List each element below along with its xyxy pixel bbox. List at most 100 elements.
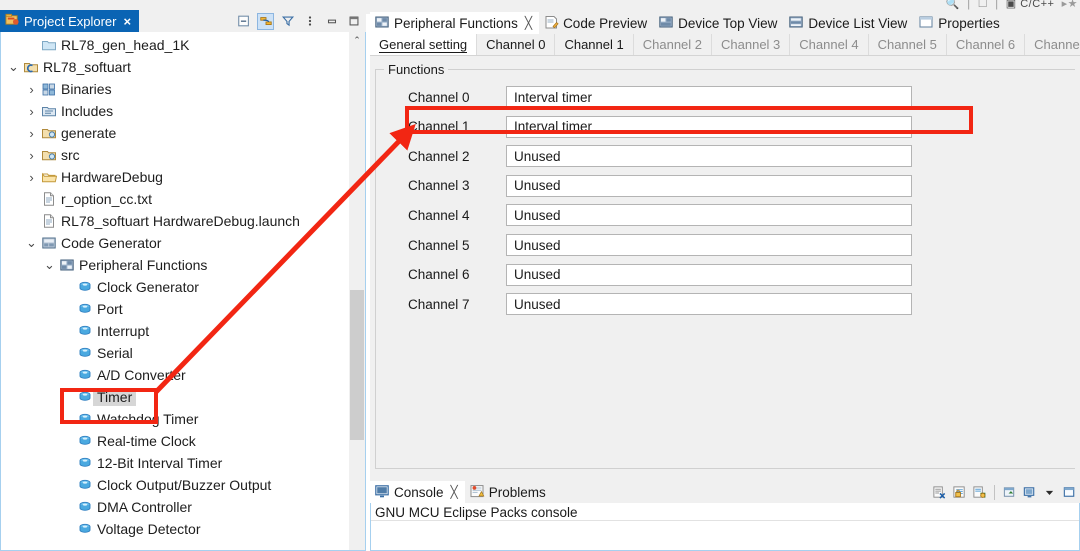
twisty-collapsed-icon[interactable]: › (23, 104, 40, 119)
tree-item-label: Serial (97, 345, 133, 361)
editor-tab-label: Code Preview (563, 15, 648, 31)
editor-tab-device-top-view[interactable]: Device Top View (654, 12, 784, 34)
editor-tab-peripheral-functions[interactable]: Peripheral Functions ╳ (370, 12, 540, 34)
peripheral-node-icon (76, 411, 94, 427)
scrollbar-thumb[interactable] (350, 290, 364, 440)
tree-item-port[interactable]: Port (1, 298, 349, 320)
tree-item-label: RL78_softuart HardwareDebug.launch (61, 213, 300, 229)
tree-item-peripheral-functions[interactable]: ⌄ Peripheral Functions (1, 254, 349, 276)
channel-tabbar: General setting Channel 0 Channel 1 Channel… (370, 34, 1080, 56)
collapse-all-icon[interactable] (235, 13, 252, 30)
tree-item-clock-generator[interactable]: Clock Generator (1, 276, 349, 298)
filter-icon[interactable] (279, 13, 296, 30)
perspective-cpp[interactable]: ▣ C/C++ (1006, 0, 1058, 10)
includes-icon (40, 103, 58, 119)
show-console-icon[interactable] (971, 484, 988, 501)
twisty-expanded-icon[interactable]: ⌄ (5, 59, 22, 75)
channel-function-select-6[interactable]: Unused (506, 263, 912, 286)
tab-label: Channel 1 (564, 37, 624, 52)
tree-item-serial[interactable]: Serial (1, 342, 349, 364)
tree-item-voltage-detector[interactable]: Voltage Detector (1, 518, 349, 540)
channel-function-select-1[interactable]: Interval timer (506, 115, 912, 138)
channel-row-3: Channel 3 Unused (376, 174, 912, 197)
tab-project-explorer[interactable]: Project Explorer × (0, 10, 140, 32)
display-console-icon[interactable] (1021, 484, 1038, 501)
channel-function-select-4[interactable]: Unused (506, 204, 912, 227)
tree-item-real-time-clock[interactable]: Real-time Clock (1, 430, 349, 452)
channel-function-value: Unused (514, 267, 561, 283)
chevron-down-icon[interactable] (1041, 484, 1058, 501)
channel-function-value: Interval timer (514, 89, 593, 105)
tree-item-binaries[interactable]: › Binaries (1, 78, 349, 100)
tree-item-rl78-softuart-hardwaredebug-launch[interactable]: RL78_softuart HardwareDebug.launch (1, 210, 349, 232)
editor-tab-properties[interactable]: Properties (914, 12, 1007, 34)
project-tree[interactable]: RL78_gen_head_1K ⌄ RL78_softuart › Binaries ›… (1, 32, 349, 540)
twisty-collapsed-icon[interactable]: › (23, 82, 40, 97)
folder-icon (40, 37, 58, 53)
tree-item-dma-controller[interactable]: DMA Controller (1, 496, 349, 518)
tab-general-setting[interactable]: General setting (370, 34, 478, 55)
tab-label: Channel 2 (642, 37, 703, 52)
console-body[interactable]: GNU MCU Eclipse Packs console (370, 503, 1080, 551)
console-tab-console[interactable]: Console ╳ (370, 481, 465, 503)
open-perspective-icon[interactable]: ☐ (978, 0, 988, 10)
tree-item-clock-output-buzzer-output[interactable]: Clock Output/Buzzer Output (1, 474, 349, 496)
tab-channel-0[interactable]: Channel 0 (477, 34, 556, 55)
twisty-collapsed-icon[interactable]: › (23, 148, 40, 163)
clear-console-icon[interactable] (931, 484, 948, 501)
tree-item-watchdog-timer[interactable]: Watchdog Timer (1, 408, 349, 430)
tab-channel-1[interactable]: Channel 1 (555, 34, 634, 55)
twisty-collapsed-icon[interactable]: › (23, 170, 40, 185)
console-tab-problems[interactable]: Problems (465, 481, 553, 503)
close-icon[interactable]: × (123, 15, 131, 28)
tree-item-includes[interactable]: › Includes (1, 100, 349, 122)
tab-channel-2[interactable]: Channel 2 (634, 34, 713, 55)
tree-scrollbar[interactable]: ⌃ (349, 32, 365, 550)
maximize-icon[interactable] (345, 13, 362, 30)
channel-function-select-3[interactable]: Unused (506, 174, 912, 197)
tree-item-timer[interactable]: Timer (1, 386, 349, 408)
search-icon[interactable]: 🔍 (946, 0, 960, 10)
tab-channel-5[interactable]: Channel 5 (869, 34, 947, 55)
group-title: Functions (384, 62, 449, 77)
channel-label: Channel 3 (408, 178, 470, 194)
tab-channel-3[interactable]: Channel 3 (712, 34, 791, 55)
channel-function-select-2[interactable]: Unused (506, 145, 912, 168)
perspective-switcher[interactable]: 🔍 | ☐ | ▣ C/C++ ▸★ (946, 0, 1078, 10)
scroll-up-icon[interactable]: ⌃ (349, 32, 365, 49)
lock-scroll-icon[interactable] (951, 484, 968, 501)
tab-channel-4[interactable]: Channel 4 (790, 34, 869, 55)
pin-console-icon[interactable] (1001, 484, 1018, 501)
tree-item-code-generator[interactable]: ⌄ Code Generator (1, 232, 349, 254)
editor-tab-code-preview[interactable]: Code Preview (539, 12, 654, 34)
minimize-icon[interactable] (323, 13, 340, 30)
tree-item-rl78-gen-head-1k[interactable]: RL78_gen_head_1K (1, 34, 349, 56)
channel-function-select-7[interactable]: Unused (506, 293, 912, 316)
tab-channel-6[interactable]: Channel 6 (947, 34, 1026, 55)
tab-channel-7[interactable]: Channel 7 (1025, 34, 1080, 55)
editor-tab-device-list-view[interactable]: Device List View (784, 12, 914, 34)
channel-function-select-0[interactable]: Interval timer (506, 86, 912, 108)
close-icon[interactable]: ╳ (525, 16, 532, 30)
tree-item-rl78-softuart[interactable]: ⌄ RL78_softuart (1, 56, 349, 78)
debug-perspective-icon[interactable]: ▸★ (1058, 0, 1078, 10)
new-console-icon[interactable] (1061, 484, 1078, 501)
twisty-expanded-icon[interactable]: ⌄ (41, 257, 58, 273)
link-with-editor-icon[interactable] (257, 12, 274, 30)
channel-label: Channel 6 (408, 267, 470, 283)
view-menu-icon[interactable] (301, 13, 318, 30)
tree-item-a-d-converter[interactable]: A/D Converter (1, 364, 349, 386)
tree-item-hardwaredebug[interactable]: › HardwareDebug (1, 166, 349, 188)
tree-item-interrupt[interactable]: Interrupt (1, 320, 349, 342)
peripheral-node-icon (76, 521, 94, 537)
twisty-expanded-icon[interactable]: ⌄ (23, 235, 40, 251)
tree-item-generate[interactable]: › generate (1, 122, 349, 144)
twisty-collapsed-icon[interactable]: › (23, 126, 40, 141)
channel-function-select-5[interactable]: Unused (506, 234, 912, 256)
peripheral-functions-icon (374, 14, 390, 33)
tree-item-r-option-cc-txt[interactable]: r_option_cc.txt (1, 188, 349, 210)
tree-item-12-bit-interval-timer[interactable]: 12-Bit Interval Timer (1, 452, 349, 474)
source-folder-icon (40, 125, 58, 141)
tree-item-src[interactable]: › src (1, 144, 349, 166)
close-icon[interactable]: ╳ (451, 485, 458, 499)
